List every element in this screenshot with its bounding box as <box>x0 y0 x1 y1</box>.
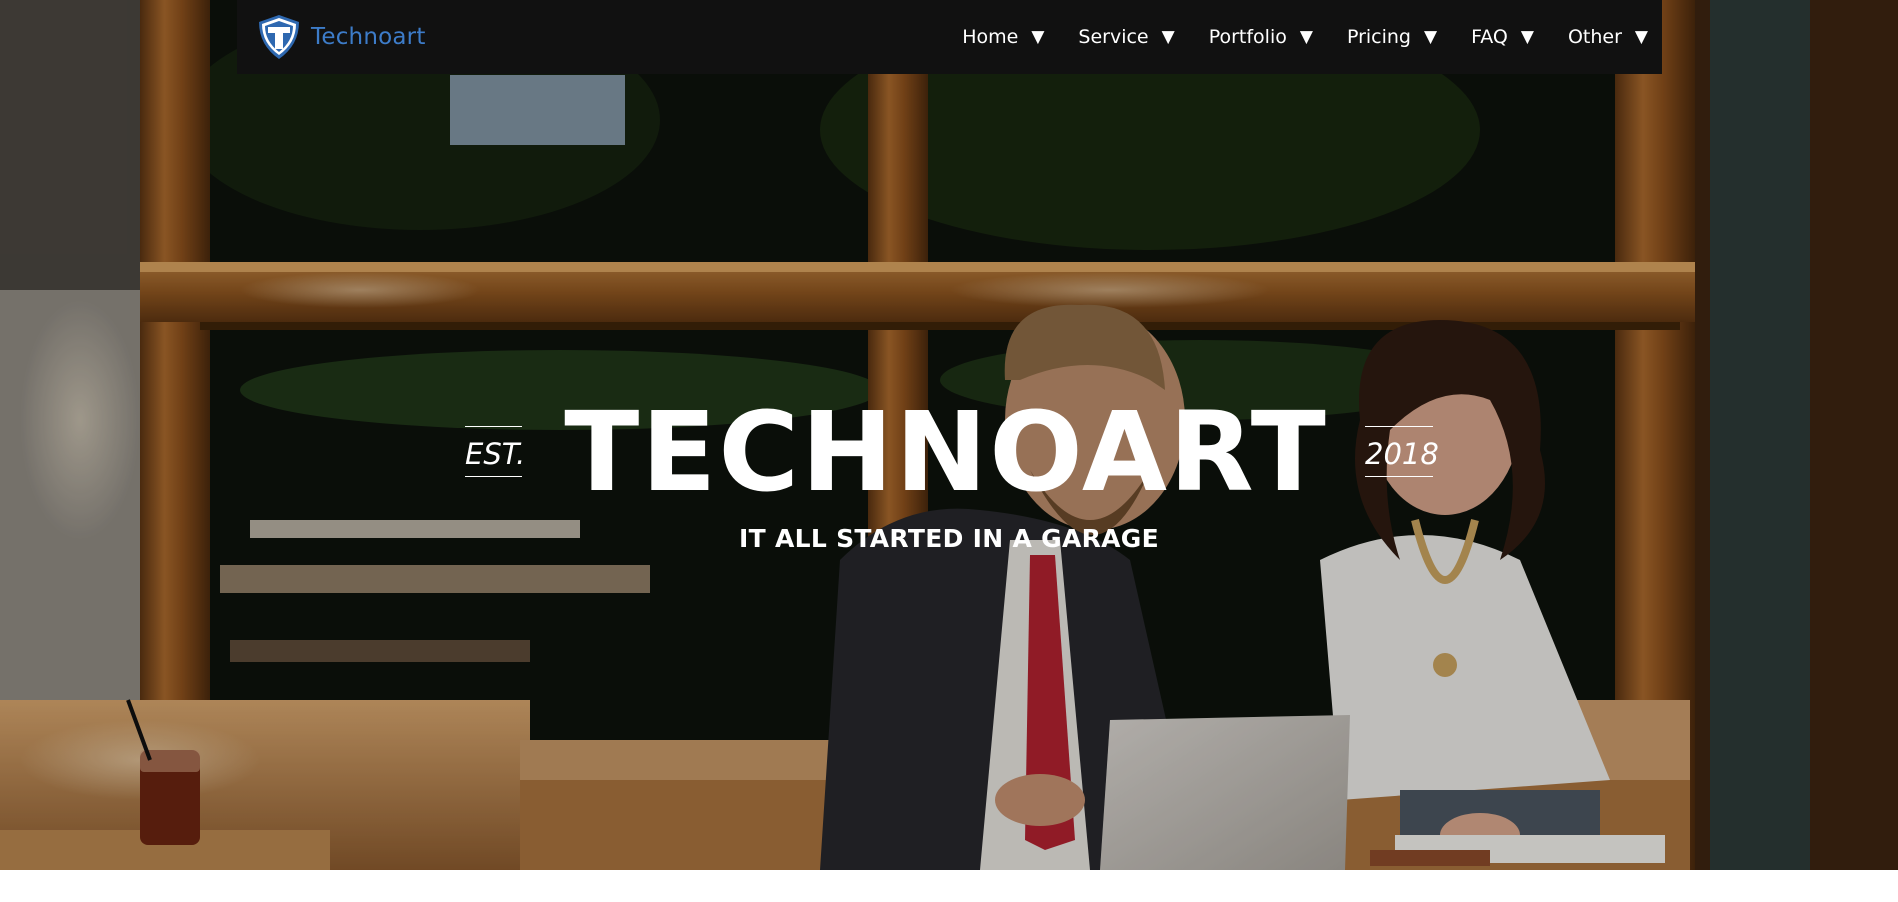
page-content-start <box>0 870 1898 902</box>
established-year: 2018 <box>1365 426 1439 477</box>
nav-item-label: Portfolio <box>1208 26 1287 48</box>
hero-title: TECHNOART <box>564 388 1328 516</box>
nav-item-faq[interactable]: FAQ ▼ <box>1471 26 1534 48</box>
shield-t-logo-icon <box>259 15 299 59</box>
caret-down-icon: ▼ <box>1299 26 1313 47</box>
nav-item-portfolio[interactable]: Portfolio ▼ <box>1209 26 1313 48</box>
hero-section: Technoart Home ▼ Service ▼ Portfolio ▼ P… <box>0 0 1898 870</box>
brand-name: Technoart <box>311 24 426 50</box>
brand-link[interactable]: Technoart <box>255 12 426 62</box>
nav-item-service[interactable]: Service ▼ <box>1078 26 1174 48</box>
nav-item-home[interactable]: Home ▼ <box>962 26 1044 48</box>
hero-headline: EST. TECHNOART 2018 IT ALL STARTED IN A … <box>0 388 1898 553</box>
nav-item-label: Pricing <box>1346 26 1411 48</box>
nav-item-label: Home <box>962 26 1019 48</box>
caret-down-icon: ▼ <box>1161 26 1175 47</box>
nav-item-label: Service <box>1078 26 1149 48</box>
nav-item-pricing[interactable]: Pricing ▼ <box>1347 26 1437 48</box>
caret-down-icon: ▼ <box>1031 26 1045 47</box>
caret-down-icon: ▼ <box>1634 26 1648 47</box>
nav-item-other[interactable]: Other ▼ <box>1568 26 1648 48</box>
main-nav-menu: Home ▼ Service ▼ Portfolio ▼ Pricing ▼ F… <box>962 0 1648 74</box>
nav-item-label: FAQ <box>1471 26 1508 48</box>
est-label: EST. <box>465 426 525 477</box>
hero-tagline: IT ALL STARTED IN A GARAGE <box>739 524 1159 553</box>
top-navbar: Technoart Home ▼ Service ▼ Portfolio ▼ P… <box>237 0 1662 74</box>
caret-down-icon: ▼ <box>1520 26 1534 47</box>
nav-item-label: Other <box>1567 26 1622 48</box>
caret-down-icon: ▼ <box>1424 26 1438 47</box>
